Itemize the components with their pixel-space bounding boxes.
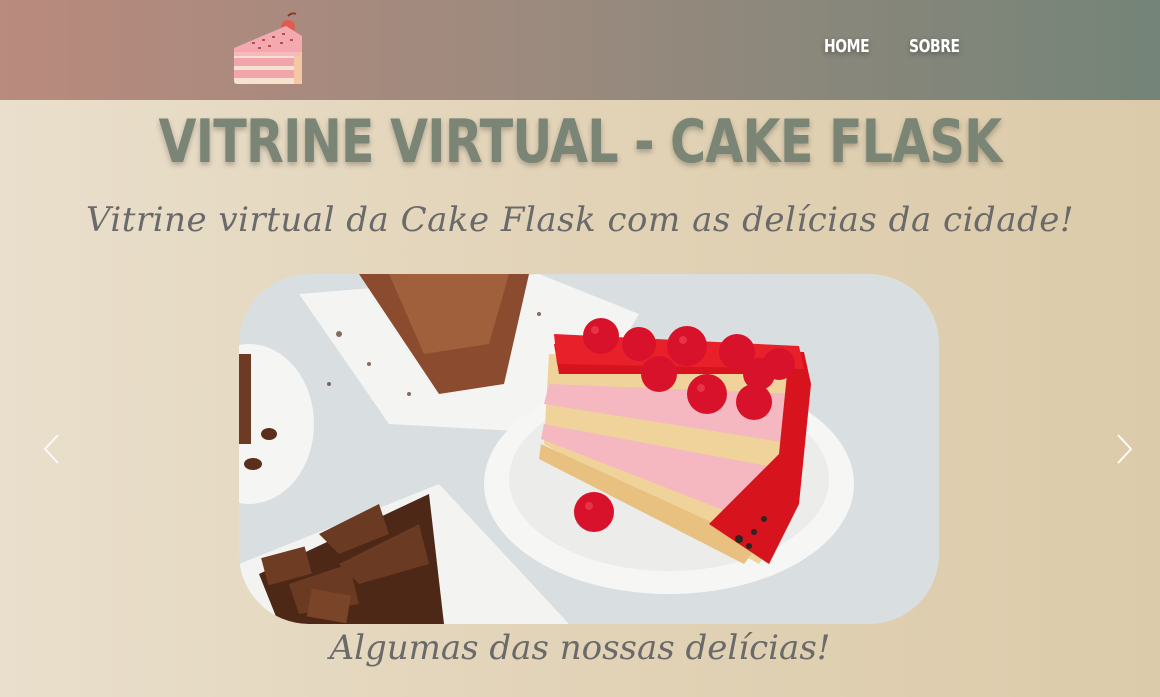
cake-slice-icon[interactable] bbox=[230, 12, 306, 88]
top-navbar: Home Sobre bbox=[0, 0, 1160, 100]
cake-carousel[interactable] bbox=[239, 274, 939, 624]
chevron-left-icon bbox=[43, 434, 59, 464]
main-nav: Home Sobre bbox=[824, 36, 967, 57]
nav-sobre-link[interactable]: Sobre bbox=[909, 36, 960, 57]
carousel-caption: Algumas das nossas delícias! bbox=[329, 628, 831, 668]
page-subtitle: Vitrine virtual da Cake Flask com as del… bbox=[85, 200, 1075, 240]
carousel-slide-image bbox=[239, 274, 939, 624]
nav-home-link[interactable]: Home bbox=[824, 36, 870, 57]
carousel-prev-button[interactable] bbox=[40, 432, 64, 466]
carousel-next-button[interactable] bbox=[1112, 432, 1136, 466]
chevron-right-icon bbox=[1117, 434, 1133, 464]
page-title: Vitrine Virtual - Cake Flask bbox=[158, 107, 1003, 177]
